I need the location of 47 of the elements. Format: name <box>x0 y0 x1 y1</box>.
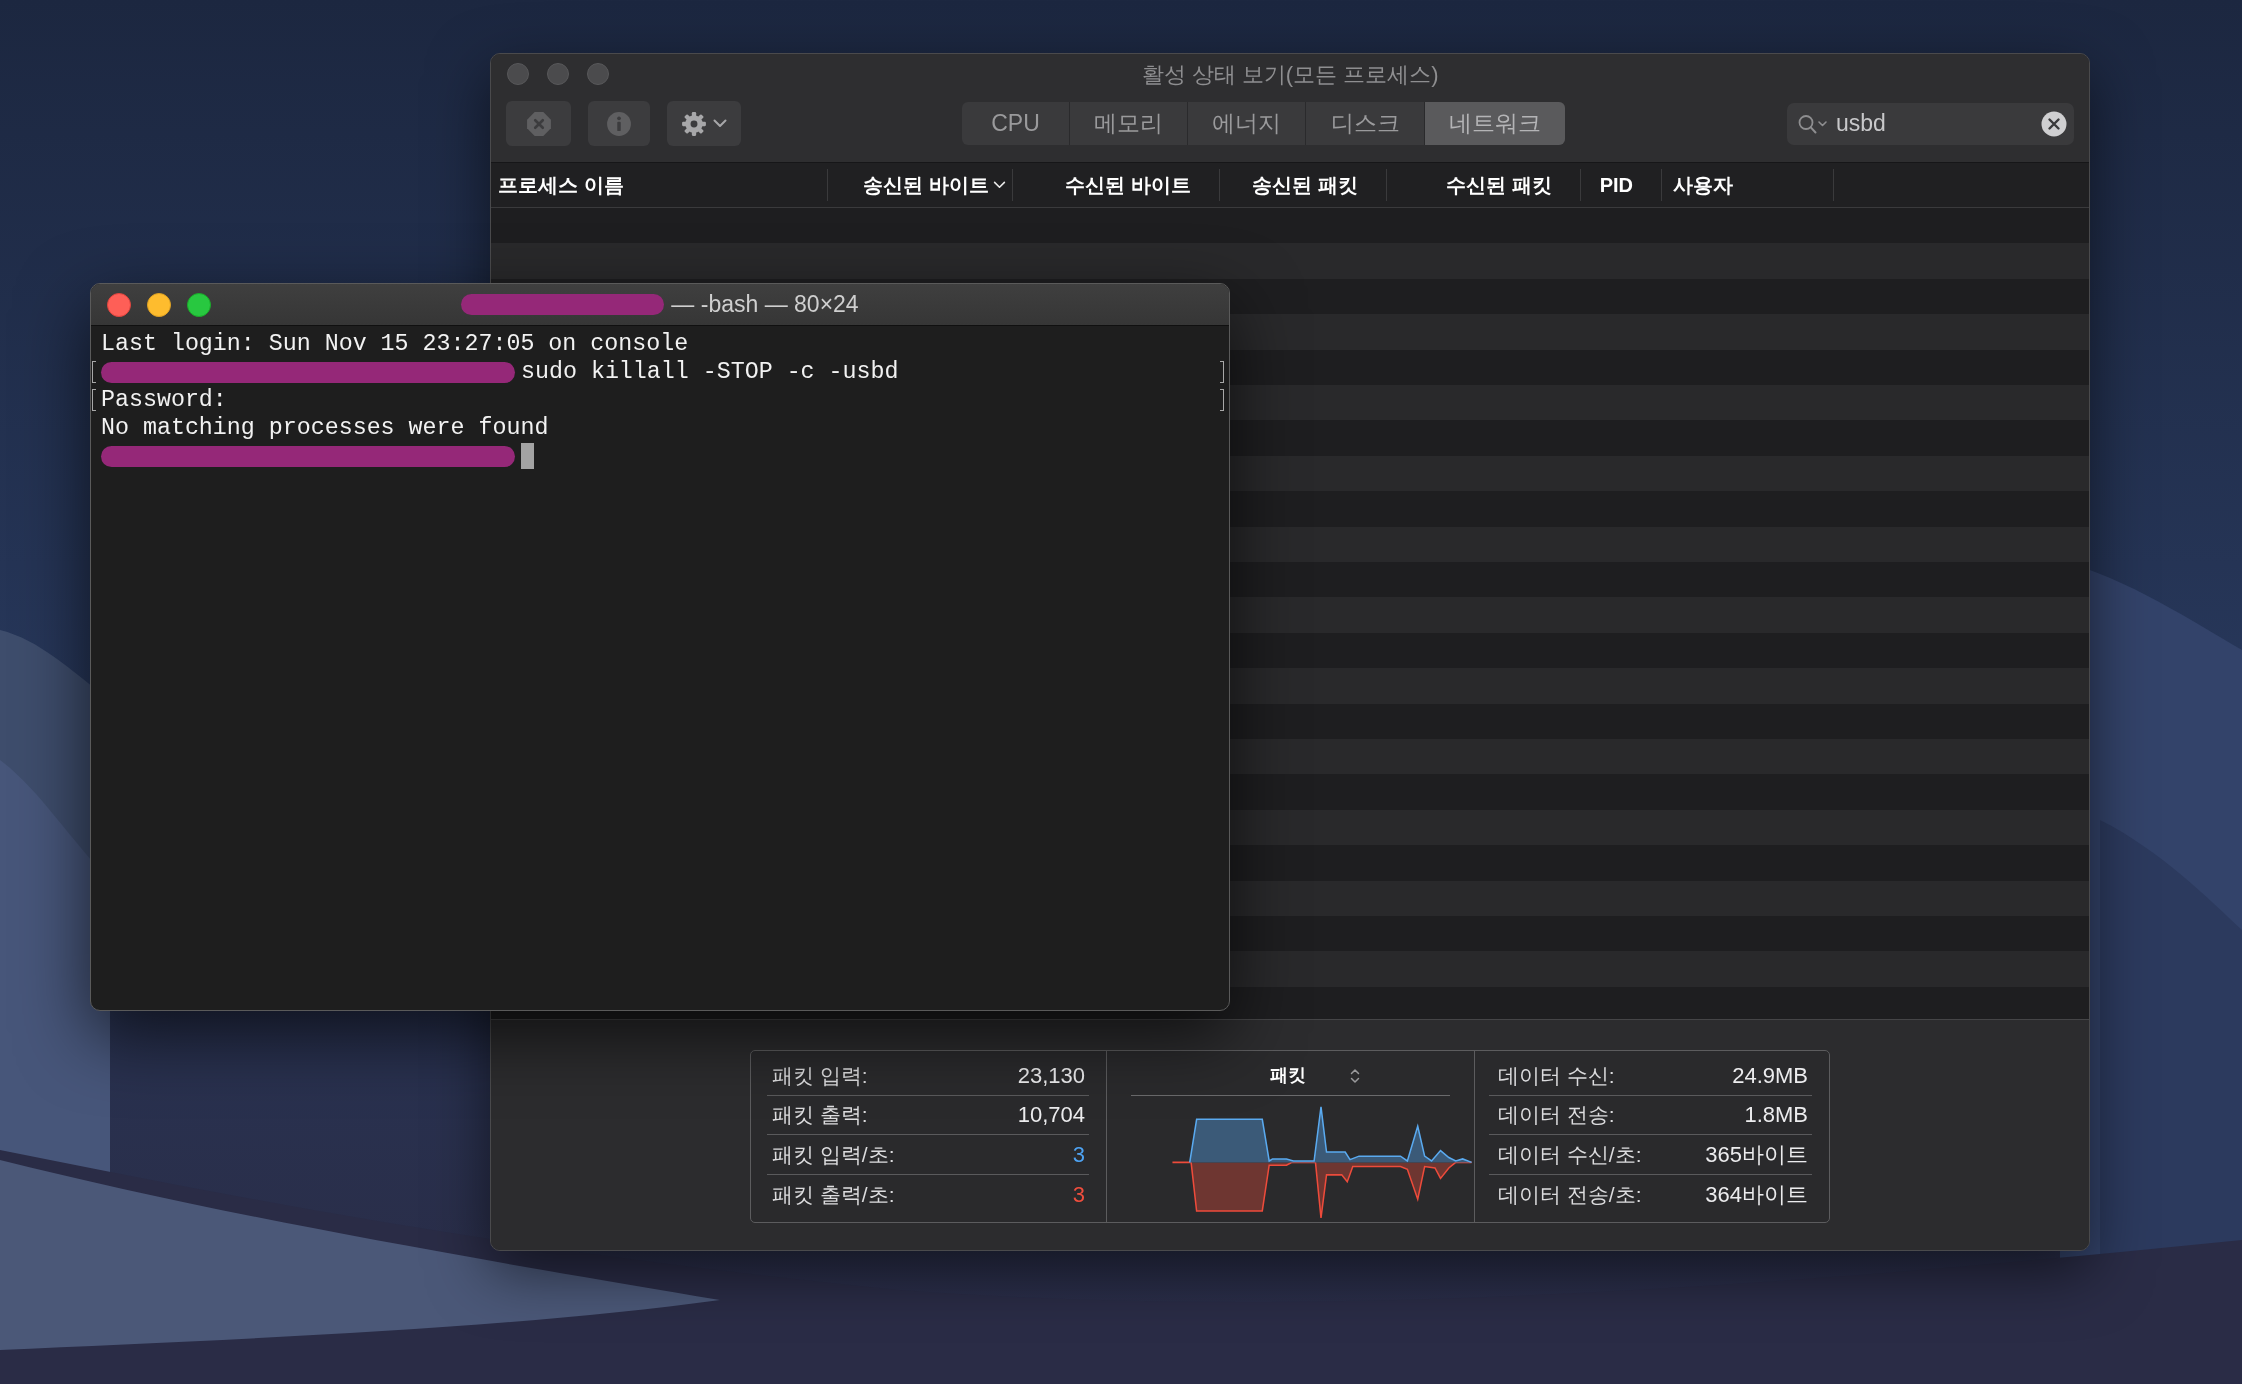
column-header[interactable]: 송신된 패킷 <box>1220 169 1387 201</box>
terminal-line: No matching processes were found <box>101 414 549 442</box>
stat-value: 10,704 <box>1017 1101 1086 1130</box>
column-header[interactable]: 수신된 바이트 <box>1013 169 1220 201</box>
terminal-line: Last login: Sun Nov 15 23:27:05 on console <box>101 330 689 358</box>
stat-value: 3 <box>1072 1140 1086 1169</box>
window-title: 활성 상태 보기(모든 프로세스) <box>1141 60 1439 89</box>
column-header[interactable]: 송신된 바이트 <box>828 169 1013 201</box>
up-down-chevron-icon <box>1349 1067 1360 1084</box>
stat-label: 데이터 전송/초: <box>1497 1181 1642 1208</box>
column-header[interactable]: 수신된 패킷 <box>1387 169 1581 201</box>
stat-value: 23,130 <box>1017 1061 1086 1090</box>
stat-value: 3 <box>1072 1180 1086 1209</box>
clear-search-button[interactable] <box>2041 110 2067 137</box>
search-field[interactable]: usbd <box>1787 102 2074 145</box>
column-header[interactable]: 사용자 <box>1662 169 1834 201</box>
chevron-down-icon <box>993 181 1006 189</box>
close-button[interactable] <box>107 292 131 317</box>
minimize-button[interactable] <box>147 292 171 317</box>
column-header[interactable]: 프로세스 이름 <box>491 169 828 201</box>
tab[interactable]: 에너지 <box>1187 102 1305 145</box>
info-icon <box>606 110 632 137</box>
tab[interactable]: CPU <box>962 102 1069 145</box>
tab[interactable]: 메모리 <box>1069 102 1187 145</box>
stat-label: 데이터 수신: <box>1497 1062 1615 1089</box>
zoom-button[interactable] <box>187 292 211 317</box>
stat-label: 패킷 출력: <box>771 1102 868 1128</box>
window-title: — -bash — 80×24 <box>671 290 859 320</box>
gear-icon <box>681 110 707 137</box>
terminal-line: sudo killall -STOP -c -usbd <box>521 358 899 386</box>
stat-value: 364바이트 <box>1705 1180 1809 1209</box>
stat-label: 패킷 입력: <box>771 1062 868 1089</box>
graph-mode-popup[interactable]: 패킷 <box>1269 1062 1360 1089</box>
close-icon <box>2041 110 2067 137</box>
stat-label: 패킷 입력/초: <box>771 1141 895 1168</box>
column-header[interactable]: PID <box>1581 169 1662 201</box>
stat-label: 데이터 수신/초: <box>1497 1141 1642 1168</box>
stat-label: 데이터 전송: <box>1497 1102 1615 1128</box>
terminal-line: Password: <box>101 386 227 414</box>
chevron-down-icon <box>713 119 727 128</box>
octagon-x-icon <box>525 110 552 137</box>
action-menu-button[interactable] <box>667 101 741 146</box>
stat-label: 패킷 출력/초: <box>771 1181 895 1208</box>
stat-value: 24.9MB <box>1732 1061 1809 1090</box>
stat-value: 1.8MB <box>1744 1101 1809 1130</box>
search-icon <box>1798 113 1828 134</box>
stat-value: 365바이트 <box>1705 1140 1809 1169</box>
